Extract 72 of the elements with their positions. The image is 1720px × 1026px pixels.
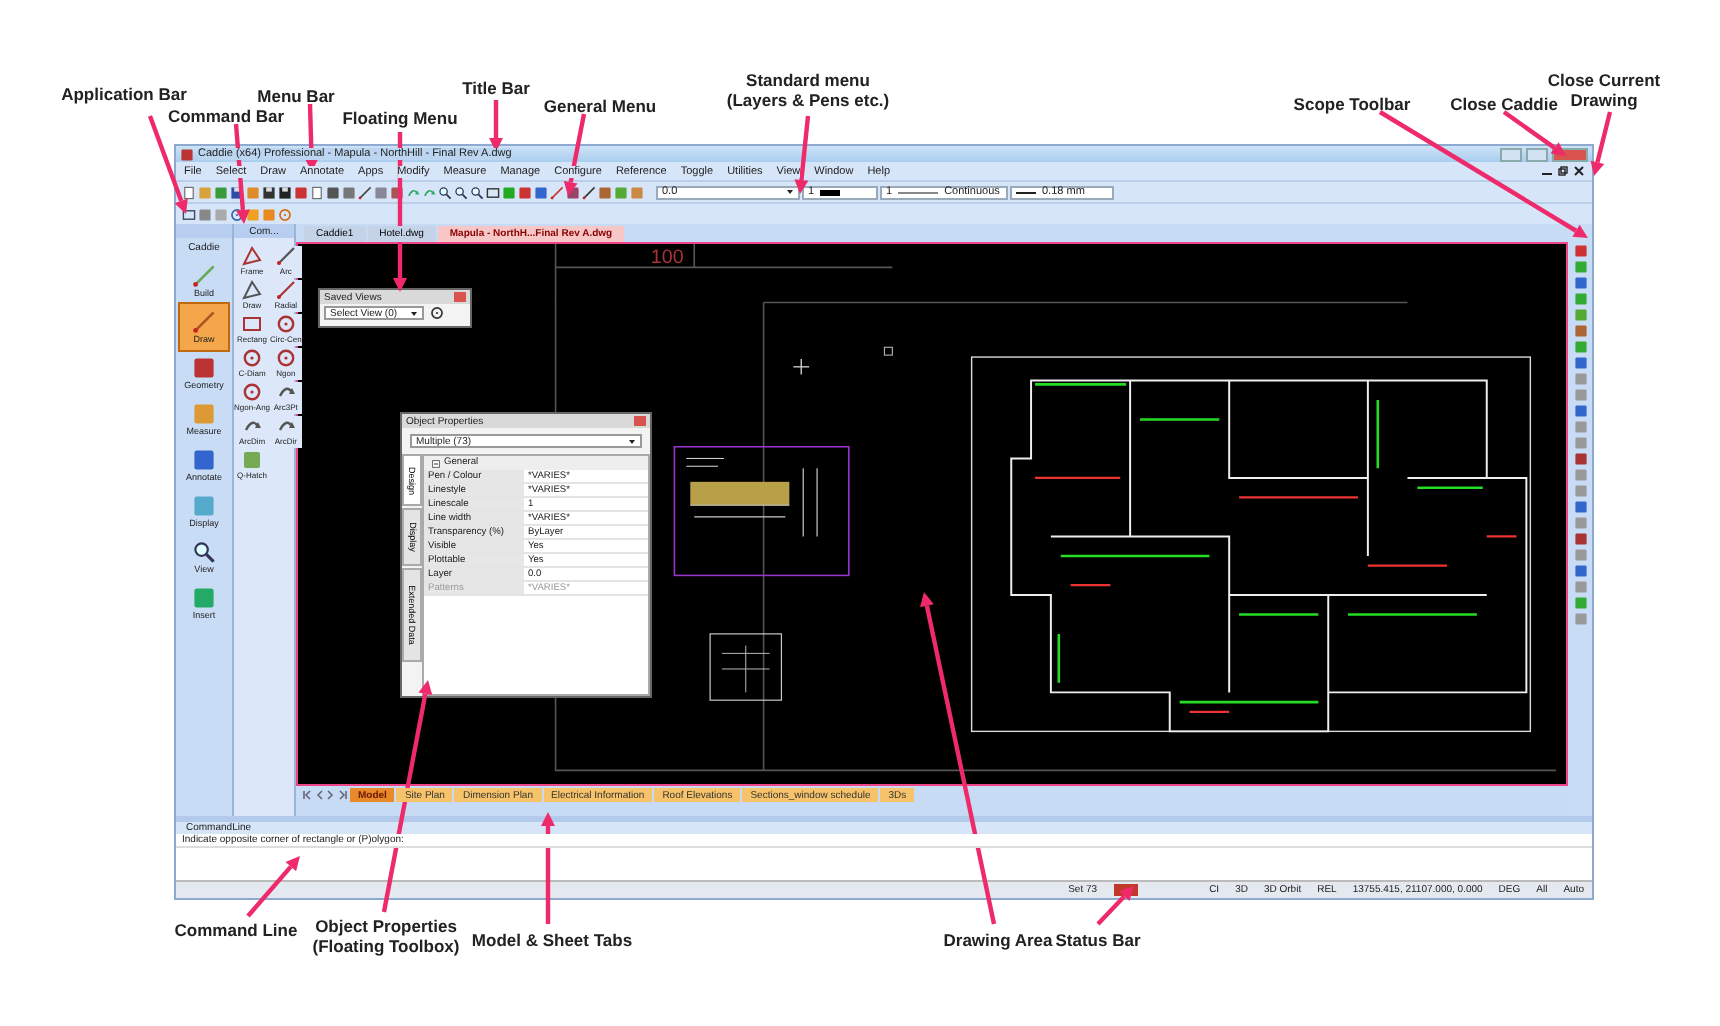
annotation-label: Title Bar — [462, 80, 530, 100]
annotation-label: Drawing Area — [943, 932, 1053, 952]
tab-scroll-icon[interactable] — [302, 790, 312, 800]
circle-icon[interactable] — [275, 348, 296, 368]
circle-icon[interactable] — [430, 306, 444, 320]
circle-icon[interactable] — [275, 314, 296, 334]
square-icon[interactable] — [518, 185, 532, 199]
square-icon[interactable] — [1573, 452, 1587, 466]
close-drawing-button[interactable] — [1572, 165, 1584, 177]
annotation-label: Command Bar — [167, 108, 285, 128]
square-icon[interactable] — [598, 185, 612, 199]
square-icon[interactable] — [192, 356, 216, 380]
square-icon[interactable] — [1573, 532, 1587, 546]
annotation-label: General Menu — [543, 98, 657, 118]
annotation-label: Status Bar — [1055, 932, 1141, 952]
annotation-label: Floating Menu — [342, 110, 458, 130]
crosshair-cursor-icon — [792, 358, 810, 376]
square-icon[interactable] — [1573, 276, 1587, 290]
square-icon[interactable] — [246, 207, 260, 221]
line-icon[interactable] — [358, 185, 372, 199]
square-icon[interactable] — [1573, 500, 1587, 514]
arrow-icon[interactable] — [242, 416, 262, 436]
square-icon[interactable] — [1573, 244, 1587, 258]
dropdown-caret-icon[interactable] — [410, 309, 418, 317]
line-icon[interactable] — [582, 185, 596, 199]
square-icon[interactable] — [534, 185, 548, 199]
square-icon[interactable] — [1573, 564, 1587, 578]
arrow-icon[interactable] — [275, 416, 296, 436]
page-icon[interactable] — [182, 185, 196, 199]
line-icon[interactable] — [275, 246, 296, 266]
circle-icon[interactable] — [242, 348, 262, 368]
annotation-label: Scope Toolbar — [1293, 96, 1411, 116]
magnifier-icon[interactable] — [438, 185, 452, 199]
tab-scroll-icon[interactable] — [338, 790, 348, 800]
square-icon[interactable] — [342, 185, 356, 199]
section-drawing — [709, 633, 782, 701]
rectangle-icon[interactable] — [182, 207, 196, 221]
collapse-icon[interactable] — [432, 459, 440, 467]
annotation-label: Application Bar — [61, 86, 187, 106]
square-icon[interactable] — [1573, 324, 1587, 338]
square-icon[interactable] — [390, 185, 404, 199]
annotation-arrow — [541, 812, 555, 924]
square-icon[interactable] — [192, 448, 216, 472]
rectangle-icon[interactable] — [486, 185, 500, 199]
restore-drawing-button[interactable] — [1556, 165, 1568, 177]
square-icon[interactable] — [1573, 356, 1587, 370]
annotation-label: Object Properties (Floating Toolbox) — [312, 918, 460, 958]
rectangle-icon[interactable] — [242, 314, 262, 334]
circle-icon[interactable] — [242, 382, 262, 402]
annotation-label: Model & Sheet Tabs — [471, 932, 633, 952]
annotation-arrow — [489, 100, 503, 152]
arrow-icon[interactable] — [275, 382, 296, 402]
annotation-label: Standard menu (Layers & Pens etc.) — [726, 72, 890, 112]
magnifier-icon[interactable] — [454, 185, 468, 199]
annotation-label: Menu Bar — [257, 88, 335, 108]
square-icon[interactable] — [294, 185, 308, 199]
annotation-arrow — [246, 856, 300, 918]
scale-label: 100 — [650, 247, 684, 270]
square-icon[interactable] — [214, 185, 228, 199]
dropdown-caret-icon[interactable] — [786, 188, 794, 196]
magnifier-icon[interactable] — [192, 540, 216, 564]
annotation-arrow — [1096, 886, 1134, 926]
square-icon[interactable] — [180, 147, 194, 161]
square-icon[interactable] — [326, 185, 340, 199]
dropdown-caret-icon[interactable] — [628, 437, 636, 445]
square-icon[interactable] — [1573, 404, 1587, 418]
page-icon[interactable] — [310, 185, 324, 199]
annotation-label: Close Caddie — [1450, 96, 1558, 116]
point-marker — [883, 346, 893, 356]
annotation-label: Command Line — [174, 922, 298, 942]
line-icon[interactable] — [275, 280, 296, 300]
magnifier-icon[interactable] — [470, 185, 484, 199]
